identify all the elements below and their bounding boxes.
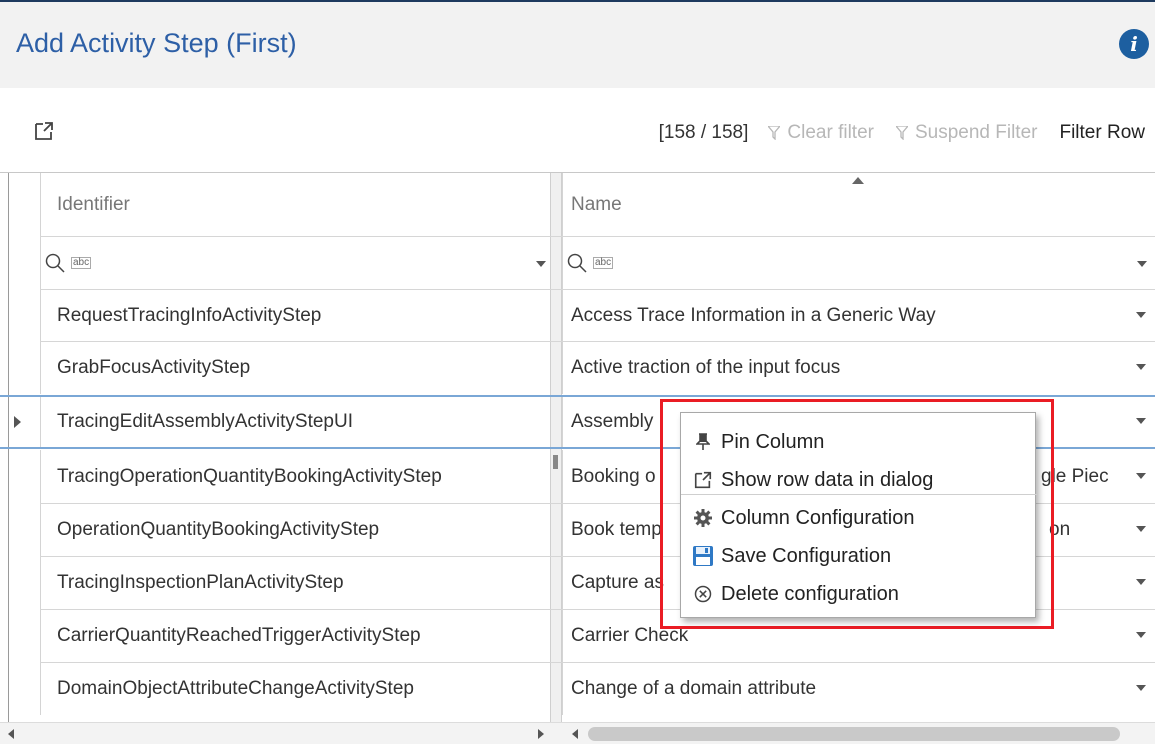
current-row-arrow-icon: [14, 416, 21, 428]
menu-item-label: Delete configuration: [721, 582, 899, 605]
info-icon[interactable]: i: [1119, 29, 1149, 59]
filter-row: abc abc: [0, 237, 1155, 289]
identifier-cell[interactable]: GrabFocusActivityStep: [40, 342, 550, 394]
pin-icon: [689, 433, 717, 451]
menu-item-label: Column Configuration: [721, 506, 915, 529]
identifier-filter-cell[interactable]: abc: [40, 237, 550, 289]
table-row[interactable]: RequestTracingInfoActivityStep Access Tr…: [0, 290, 1155, 341]
menu-item-label: Show row data in dialog: [721, 468, 934, 491]
text-filter-icon: abc: [71, 257, 92, 269]
sort-ascending-icon: [852, 177, 864, 184]
identifier-cell[interactable]: TracingOperationQuantityBookingActivityS…: [40, 450, 550, 503]
chevron-down-icon[interactable]: [1137, 261, 1147, 267]
identifier-cell[interactable]: TracingEditAssemblyActivityStepUI: [40, 397, 550, 447]
suspend-filter-label: Suspend Filter: [914, 122, 1038, 143]
name-filter-cell[interactable]: abc: [562, 237, 1155, 289]
menu-item-label: Save Configuration: [721, 544, 892, 567]
chevron-down-icon[interactable]: [1136, 685, 1146, 691]
filter-icon: [768, 126, 781, 140]
text-filter-icon: abc: [593, 257, 614, 269]
identifier-cell[interactable]: RequestTracingInfoActivityStep: [40, 290, 550, 341]
table-row[interactable]: DomainObjectAttributeChangeActivityStep …: [0, 663, 1155, 715]
gear-icon: [689, 509, 717, 527]
scroll-left-icon[interactable]: [572, 729, 578, 739]
filter-icon: [895, 126, 908, 140]
chevron-down-icon[interactable]: [1136, 364, 1146, 370]
chevron-down-icon[interactable]: [1136, 579, 1146, 585]
horizontal-scrollbar[interactable]: [0, 722, 1155, 744]
save-icon: [689, 545, 717, 567]
chevron-down-icon[interactable]: [1136, 473, 1146, 479]
menu-item-delete-configuration[interactable]: Delete configuration: [681, 575, 1035, 613]
dialog-title: Add Activity Step (First): [16, 28, 297, 58]
search-icon: [45, 253, 65, 273]
suspend-filter-button[interactable]: Suspend Filter: [895, 122, 1038, 144]
menu-item-column-configuration[interactable]: Column Configuration: [681, 499, 1035, 537]
context-menu: Pin Column Show row data in dialog Colum…: [680, 412, 1037, 618]
chevron-down-icon[interactable]: [1136, 418, 1146, 424]
search-icon: [567, 253, 587, 273]
filter-row-button[interactable]: Filter Row: [1059, 122, 1145, 144]
name-cell[interactable]: Access Trace Information in a Generic Wa…: [562, 290, 1155, 341]
menu-item-pin-column[interactable]: Pin Column: [681, 423, 1035, 461]
grid-toolbar: [158 / 158] Clear filter Suspend Filter …: [0, 112, 1155, 162]
menu-item-save-configuration[interactable]: Save Configuration: [681, 537, 1035, 575]
name-cell[interactable]: Change of a domain attribute: [562, 663, 1155, 715]
clear-filter-button[interactable]: Clear filter: [768, 122, 874, 144]
scroll-left-icon[interactable]: [8, 729, 14, 739]
chevron-down-icon[interactable]: [1136, 526, 1146, 532]
row-counter: [158 / 158]: [658, 122, 749, 143]
name-text: Booking o: [571, 465, 656, 487]
identifier-cell[interactable]: TracingInspectionPlanActivityStep: [40, 557, 550, 609]
chevron-down-icon[interactable]: [536, 261, 546, 267]
column-header-identifier[interactable]: Identifier: [40, 173, 550, 237]
popout-icon: [689, 470, 717, 490]
splitter-grip[interactable]: [553, 455, 558, 469]
identifier-cell[interactable]: DomainObjectAttributeChangeActivityStep: [40, 663, 550, 715]
popout-icon[interactable]: [33, 120, 55, 142]
delete-circle-icon: [689, 585, 717, 603]
chevron-down-icon[interactable]: [1136, 312, 1146, 318]
menu-item-label: Pin Column: [721, 430, 825, 453]
row-indicator: [10, 397, 40, 447]
identifier-cell[interactable]: OperationQuantityBookingActivityStep: [40, 504, 550, 556]
menu-separator: [681, 494, 1037, 495]
scroll-right-icon[interactable]: [538, 729, 544, 739]
clear-filter-label: Clear filter: [787, 122, 874, 143]
table-row[interactable]: GrabFocusActivityStep Active traction of…: [0, 342, 1155, 394]
name-text: Book temp: [571, 519, 662, 540]
scroll-thumb[interactable]: [588, 727, 1120, 741]
identifier-cell[interactable]: CarrierQuantityReachedTriggerActivitySte…: [40, 610, 550, 662]
name-cell[interactable]: Active traction of the input focus: [562, 342, 1155, 394]
dialog-title-bar: Add Activity Step (First) i: [0, 0, 1155, 88]
header-row: Identifier Name: [0, 173, 1155, 237]
chevron-down-icon[interactable]: [1136, 632, 1146, 638]
